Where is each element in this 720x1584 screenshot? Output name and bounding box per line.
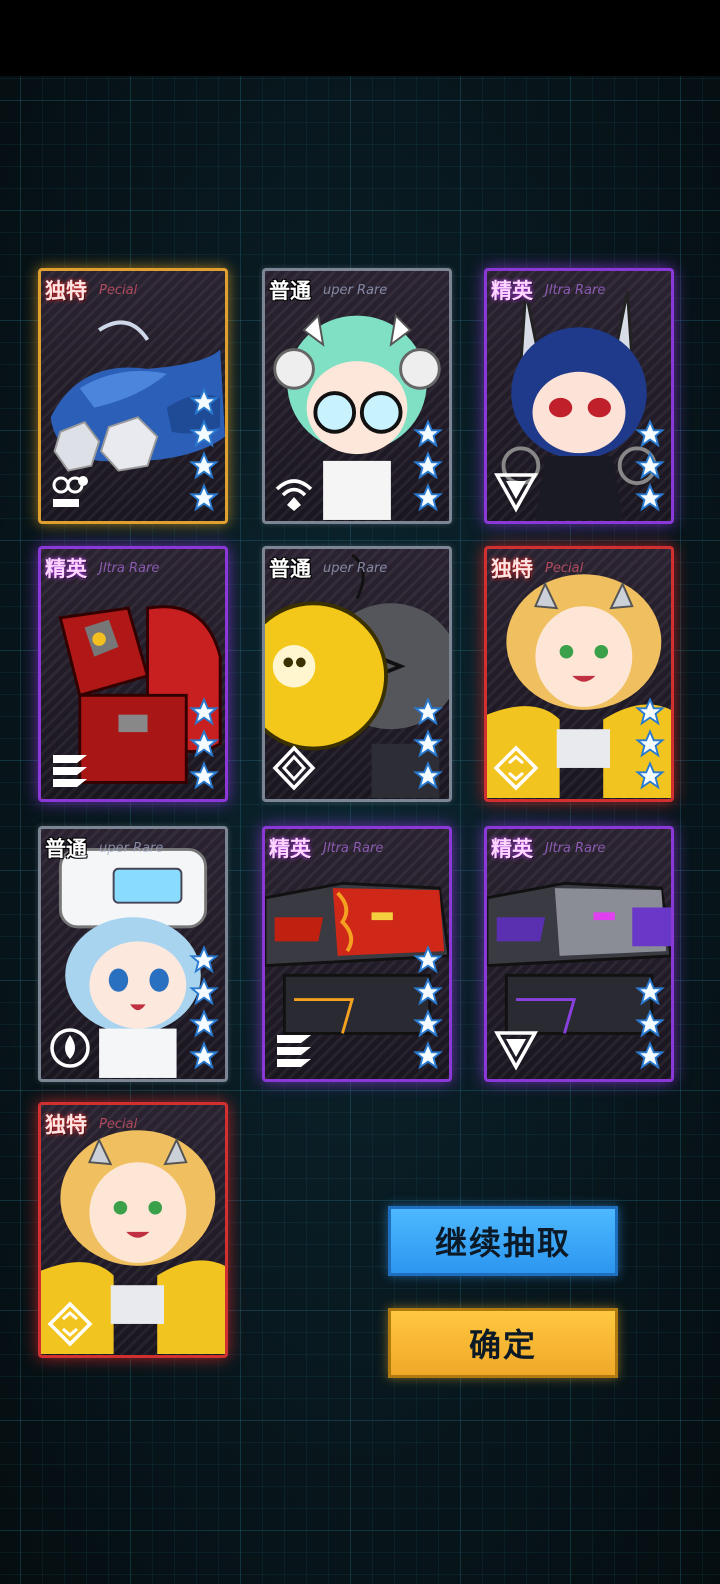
- card-rarity-label: Jltra Rare: [99, 561, 160, 576]
- star-icon: [413, 1009, 443, 1038]
- star-icon: [189, 729, 219, 758]
- signal-role-icon: [275, 479, 313, 511]
- star-icon: [189, 977, 219, 1006]
- stripes-role-icon: [277, 1035, 311, 1067]
- stripes-role-icon: [53, 755, 87, 787]
- triangle-role-icon: [494, 1031, 538, 1071]
- drop-role-icon: [50, 1028, 90, 1068]
- card-tier-label: 精英: [269, 837, 311, 861]
- star-icon: [413, 977, 443, 1006]
- star-icon: [635, 697, 665, 726]
- card-tier-label: 精英: [491, 279, 533, 303]
- star-icon: [189, 945, 219, 974]
- star-icon: [635, 1009, 665, 1038]
- star-icon: [635, 419, 665, 448]
- card-tier-label: 普通: [269, 279, 311, 303]
- star-rating: [189, 945, 219, 1071]
- result-card-2[interactable]: 普通 uper Rare: [262, 268, 452, 524]
- result-card-1[interactable]: 独特 Pecial: [38, 268, 228, 524]
- star-rating: [413, 697, 443, 791]
- result-card-6[interactable]: 独特 Pecial: [484, 546, 674, 802]
- card-tier-label: 精英: [45, 557, 87, 581]
- card-rarity-label: uper Rare: [323, 561, 388, 576]
- star-rating: [635, 697, 665, 791]
- star-icon: [413, 761, 443, 790]
- star-icon: [189, 483, 219, 512]
- star-icon: [189, 387, 219, 416]
- result-card-3[interactable]: 精英 Jltra Rare: [484, 268, 674, 524]
- card-tier-label: 独特: [491, 557, 533, 581]
- star-icon: [189, 451, 219, 480]
- star-icon: [413, 483, 443, 512]
- result-card-8[interactable]: 精英 Jltra Rare: [262, 826, 452, 1082]
- star-icon: [635, 1041, 665, 1070]
- result-card-4[interactable]: 精英 Jltra Rare: [38, 546, 228, 802]
- star-icon: [635, 451, 665, 480]
- card-rarity-label: Jltra Rare: [323, 841, 384, 856]
- card-rarity-label: Pecial: [99, 1117, 138, 1132]
- card-tier-label: 独特: [45, 1113, 87, 1137]
- star-icon: [635, 761, 665, 790]
- engineer-role-icon: [52, 476, 88, 507]
- continue-draw-button[interactable]: 继续抽取: [388, 1206, 618, 1276]
- card-rarity-label: uper Rare: [323, 283, 388, 298]
- star-rating: [413, 419, 443, 513]
- star-rating: [189, 697, 219, 791]
- card-tier-label: 精英: [491, 837, 533, 861]
- result-card-9[interactable]: 精英 Jltra Rare: [484, 826, 674, 1082]
- triangle-role-icon: [494, 473, 538, 513]
- result-card-10[interactable]: 独特 Pecial: [38, 1102, 228, 1358]
- star-icon: [189, 1041, 219, 1070]
- card-tier-label: 独特: [45, 279, 87, 303]
- star-icon: [635, 729, 665, 758]
- star-icon: [413, 729, 443, 758]
- star-rating: [635, 977, 665, 1071]
- star-rating: [189, 387, 219, 513]
- card-tier-label: 普通: [45, 837, 87, 861]
- card-rarity-label: Jltra Rare: [545, 841, 606, 856]
- star-icon: [413, 945, 443, 974]
- card-tier-label: 普通: [269, 557, 311, 581]
- result-card-7[interactable]: 普通 uper Rare: [38, 826, 228, 1082]
- card-rarity-label: Pecial: [545, 561, 584, 576]
- card-rarity-label: Pecial: [99, 283, 138, 298]
- star-rating: [635, 419, 665, 513]
- star-icon: [413, 451, 443, 480]
- star-icon: [189, 761, 219, 790]
- star-rating: [413, 945, 443, 1071]
- gacha-results-screen: 独特 Pecial 普通 uper Rare 精英 Jltra Rare 精英 …: [0, 76, 720, 1584]
- status-bar: [0, 0, 720, 76]
- star-icon: [413, 697, 443, 726]
- star-icon: [413, 419, 443, 448]
- diamond-role-icon: [272, 745, 316, 791]
- result-card-5[interactable]: 普通 uper Rare: [262, 546, 452, 802]
- star-icon: [635, 483, 665, 512]
- confirm-button[interactable]: 确定: [388, 1308, 618, 1378]
- card-rarity-label: uper Rare: [99, 841, 164, 856]
- star-icon: [635, 977, 665, 1006]
- star-icon: [189, 697, 219, 726]
- compass-role-icon: [493, 745, 539, 791]
- star-icon: [189, 419, 219, 448]
- compass-role-icon: [47, 1301, 93, 1347]
- star-icon: [189, 1009, 219, 1038]
- card-rarity-label: Jltra Rare: [545, 283, 606, 298]
- star-icon: [413, 1041, 443, 1070]
